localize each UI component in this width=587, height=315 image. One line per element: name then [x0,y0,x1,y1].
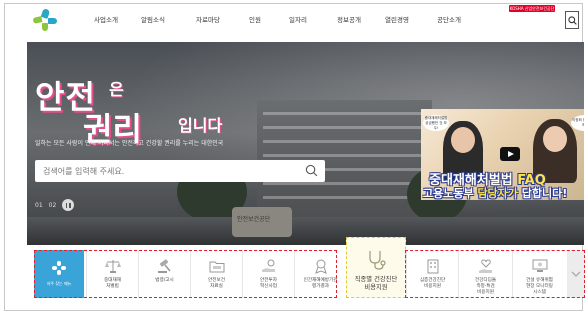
top-badge[interactable]: KOSHA 산업안전보건공단 [509,5,555,12]
frequent-menu-label: 자주 찾는 메뉴 [46,281,72,286]
kosha-logo[interactable] [32,8,57,32]
stethoscope-icon [369,251,386,270]
folder-icon [209,261,224,273]
main-search-bar [35,160,325,182]
hero-subtitle: 일하는 모든 사람이 언제 어디서는 안전하고 건강할 권리를 누리는 대한민국 [35,140,224,147]
hero-banner: 안전보건공단 안전 은 권리 입니다 일하는 모든 사람이 언제 어디서는 안전… [27,42,584,245]
nav-disclosure[interactable]: 정보공개 [337,14,361,24]
nav-business[interactable]: 사업소개 [94,14,118,24]
chevron-down-icon [571,271,581,277]
quick-item-label: 중대재해 처벌법 [104,278,121,289]
building-icon [427,259,438,274]
video-title-line-2: 고용노동부 담당자가 답합니다! [423,187,568,200]
quick-item-deep-checkup[interactable]: 심층건강진단 비용지원 [406,250,458,298]
headline-ending: 입니다 [178,116,223,135]
headline-particle: 은 [109,80,124,99]
person-left-face [451,127,475,153]
quick-item-label: 안전투자 혁신사업 [260,278,277,289]
pause-icon[interactable] [62,199,75,211]
logo-mark-icon [52,261,66,275]
quick-item-serious-accident[interactable]: 중대재해 처벌법 [86,250,138,298]
nav-resources[interactable]: 자료마당 [196,14,220,24]
search-input[interactable] [43,164,293,178]
quick-item-investment[interactable]: 안전투자 혁신사업 [242,250,294,298]
search-icon [567,15,577,25]
quick-item-label: 건강디딤돌 측정·특검 비용지원 [474,278,497,295]
road [27,217,584,245]
bubble-right: 이정희 한 번 해볼게요 [571,115,584,131]
nav-jobs[interactable]: 일자리 [289,14,307,24]
quick-item-construction-monitoring[interactable]: 건설 유해위험 현장 모니터링 시스템 [512,250,566,298]
heart-hand-icon [478,259,492,273]
quick-item-health-checkup-support[interactable]: 직종별 건강진단 비용지원 [346,237,406,298]
quick-item-evaluation[interactable]: 인간재해예방기관 평가결과 [294,250,346,298]
quick-item-laws[interactable]: 법령/고시 [138,250,190,298]
play-icon[interactable] [500,147,520,161]
quick-item-label: 인간재해예방기관 평가결과 [303,278,338,289]
bubble-left: 중대재해처벌법 궁금했던 것 모두! [423,115,449,131]
quick-item-library[interactable]: 안전보건 자료실 [190,250,242,298]
quick-item-label: 직종별 건강진단 비용지원 [354,276,398,291]
pager-next[interactable]: 02 [49,202,57,209]
video-thumbnail[interactable]: 중대재해처벌법 궁금했던 것 모두! 이정희 한 번 해볼게요 중대재해처벌법 … [421,109,584,200]
nav-management[interactable]: 열린경영 [385,14,409,24]
header-search-button[interactable] [565,11,579,29]
nav-personnel[interactable]: 인원 [249,14,261,24]
gavel-icon [157,259,171,273]
monitor-icon [532,259,547,272]
quick-item-health-stepping-stone[interactable]: 건강디딤돌 측정·특검 비용지원 [458,250,512,298]
quick-menu-expand-button[interactable] [567,250,585,298]
person-right-face [543,126,567,152]
frequent-menu-button[interactable]: 자주 찾는 메뉴 [34,250,84,298]
stone-sign-text: 안전보건공단 [237,216,271,223]
quick-menu: 자주 찾는 메뉴 중대재해 처벌법 법령/고시 안전보건 자료실 안전투자 혁신… [34,237,585,298]
slide-pager: 01 02 [35,199,75,211]
pager-current[interactable]: 01 [35,202,43,209]
quick-item-label: 건설 유해위험 현장 모니터링 시스템 [526,278,553,295]
nav-news[interactable]: 알림소식 [141,14,165,24]
coin-hand-icon [261,259,275,272]
quick-item-label: 심층건강진단 비용지원 [419,278,446,289]
quick-item-label: 안전보건 자료실 [208,278,225,289]
nav-about[interactable]: 공단소개 [437,14,461,24]
award-icon [314,259,327,274]
scale-icon [104,260,121,273]
search-icon[interactable] [305,164,318,177]
quick-item-label: 법령/고시 [155,278,174,283]
